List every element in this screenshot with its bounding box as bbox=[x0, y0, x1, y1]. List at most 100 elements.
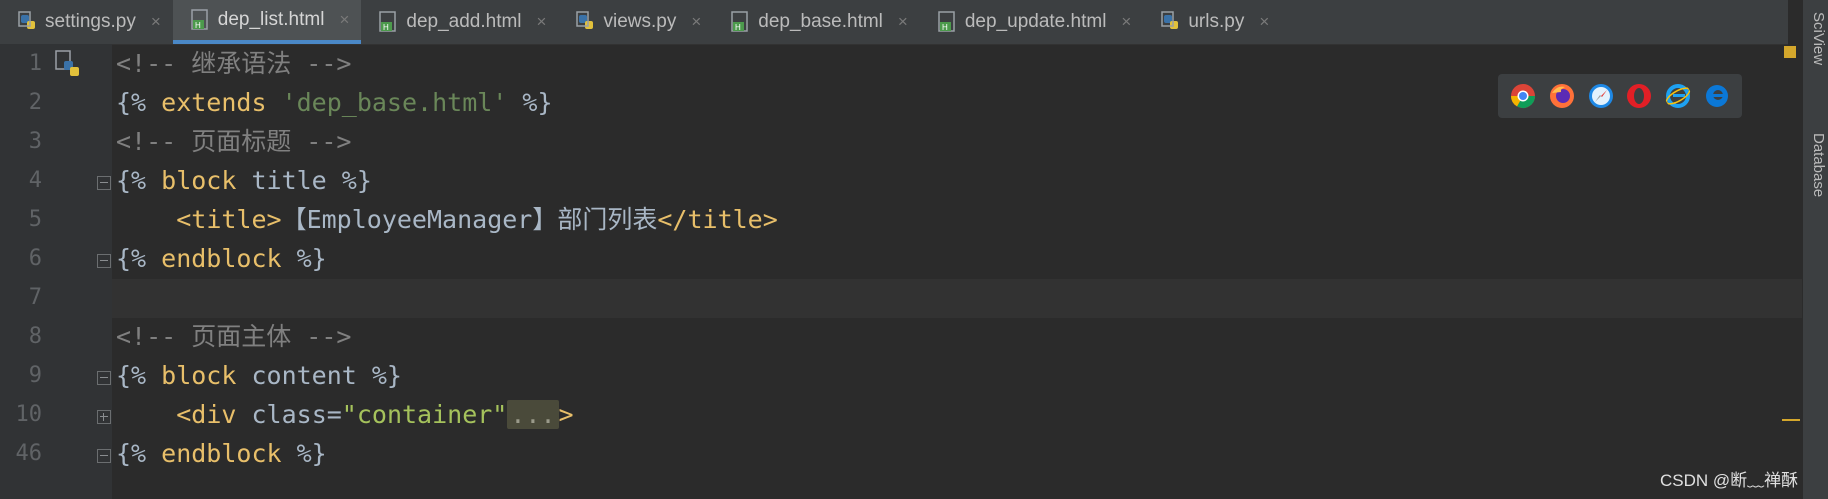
ie-icon[interactable] bbox=[1665, 83, 1691, 109]
template-keyword: block bbox=[161, 166, 237, 195]
code-line-10: <div class="container"... > bbox=[116, 395, 574, 434]
attr-name: class= bbox=[236, 400, 342, 429]
code-line-4: {% block title %} bbox=[116, 161, 372, 200]
html-tag: <div bbox=[176, 400, 237, 429]
template-delim: {% bbox=[116, 88, 162, 117]
tag-text: 【EmployeeManager】部门列表 bbox=[281, 205, 658, 234]
svg-text:H: H bbox=[195, 21, 201, 30]
html-file-icon: H bbox=[191, 9, 211, 31]
code-line-2: {% extends 'dep_base.html' %} bbox=[116, 83, 553, 122]
close-icon[interactable]: × bbox=[898, 12, 908, 32]
tab-label: settings.py bbox=[45, 11, 136, 32]
chrome-icon[interactable] bbox=[1510, 83, 1536, 109]
tab-label: dep_list.html bbox=[217, 9, 325, 30]
close-icon[interactable]: × bbox=[339, 10, 349, 30]
tab-dep-update-html[interactable]: H dep_update.html × bbox=[920, 0, 1144, 44]
edge-icon[interactable] bbox=[1704, 83, 1730, 109]
line-number: 4 bbox=[28, 168, 42, 193]
code-line-3: <!-- 页面标题 --> bbox=[116, 122, 351, 161]
fold-collapse-icon[interactable] bbox=[97, 449, 111, 463]
watermark: CSDN @断﹏禅酥 bbox=[1660, 471, 1799, 490]
tab-label: urls.py bbox=[1188, 11, 1245, 32]
fold-collapse-icon[interactable] bbox=[97, 176, 111, 190]
template-delim: {% bbox=[116, 244, 162, 273]
fold-collapse-icon[interactable] bbox=[97, 254, 111, 268]
line-number: 9 bbox=[28, 363, 42, 388]
tab-views-py[interactable]: views.py × bbox=[558, 0, 713, 44]
python-file-icon bbox=[1161, 11, 1181, 33]
template-delim: %} bbox=[281, 439, 327, 468]
python-file-icon bbox=[18, 11, 38, 33]
tab-label: dep_update.html bbox=[964, 11, 1107, 32]
line-number: 3 bbox=[28, 129, 42, 154]
html-tag: </title> bbox=[657, 205, 778, 234]
code-line-8: <!-- 页面主体 --> bbox=[116, 317, 351, 356]
tab-dep-list-html[interactable]: H dep_list.html × bbox=[172, 0, 362, 44]
tool-window-strip: SciView Database bbox=[1802, 0, 1828, 499]
opera-icon[interactable] bbox=[1626, 83, 1652, 109]
html-file-icon: H bbox=[731, 11, 751, 33]
html-file-icon: H bbox=[379, 11, 399, 33]
svg-text:H: H bbox=[942, 23, 948, 32]
line-number: 10 bbox=[15, 402, 43, 427]
template-rest: content %} bbox=[236, 361, 402, 390]
browser-preview-bar bbox=[1498, 74, 1742, 118]
template-delim: {% bbox=[116, 361, 162, 390]
tab-dep-add-html[interactable]: H dep_add.html × bbox=[361, 0, 558, 44]
line-number: 1 bbox=[28, 51, 42, 76]
template-keyword: endblock bbox=[161, 439, 282, 468]
sciview-panel-tab[interactable]: SciView bbox=[1805, 12, 1827, 65]
scrollbar-marker[interactable] bbox=[1782, 419, 1800, 421]
tab-dep-base-html[interactable]: H dep_base.html × bbox=[713, 0, 920, 44]
template-keyword: extends bbox=[161, 88, 267, 117]
attr-value: "container" bbox=[341, 400, 508, 429]
line-number: 2 bbox=[28, 90, 42, 115]
html-tag: > bbox=[558, 400, 574, 429]
editor-tab-bar: settings.py × H dep_list.html × H dep_ad… bbox=[0, 0, 1788, 45]
template-keyword: block bbox=[161, 361, 237, 390]
close-icon[interactable]: × bbox=[151, 12, 161, 32]
svg-text:H: H bbox=[383, 23, 389, 32]
close-icon[interactable]: × bbox=[1121, 12, 1131, 32]
line-number: 46 bbox=[15, 441, 43, 466]
template-delim: {% bbox=[116, 439, 162, 468]
fold-expand-icon[interactable] bbox=[97, 410, 111, 424]
tab-label: dep_base.html bbox=[758, 11, 883, 32]
folded-region[interactable]: ... bbox=[507, 400, 559, 429]
template-delim: {% bbox=[116, 166, 162, 195]
template-rest: title %} bbox=[236, 166, 372, 195]
code-line-5: <title>【EmployeeManager】部门列表</title> bbox=[116, 200, 778, 239]
safari-icon[interactable] bbox=[1588, 83, 1614, 109]
inspection-status-marker[interactable] bbox=[1784, 46, 1796, 58]
template-keyword: endblock bbox=[161, 244, 282, 273]
template-delim: %} bbox=[507, 88, 553, 117]
line-number: 5 bbox=[28, 207, 42, 232]
code-line-6: {% endblock %} bbox=[116, 239, 327, 278]
firefox-icon[interactable] bbox=[1549, 83, 1575, 109]
string-literal: 'dep_base.html' bbox=[281, 88, 508, 117]
tab-label: dep_add.html bbox=[406, 11, 522, 32]
html-tag: <title> bbox=[176, 205, 282, 234]
comment: <!-- 继承语法 --> bbox=[116, 49, 352, 78]
database-panel-tab[interactable]: Database bbox=[1805, 133, 1827, 197]
comment: <!-- 页面标题 --> bbox=[116, 127, 352, 156]
line-number: 7 bbox=[28, 285, 42, 310]
close-icon[interactable]: × bbox=[1259, 12, 1269, 32]
python-file-icon bbox=[576, 11, 596, 33]
code-line-46: {% endblock %} bbox=[116, 434, 327, 473]
svg-text:H: H bbox=[735, 23, 741, 32]
tab-settings-py[interactable]: settings.py × bbox=[0, 0, 173, 44]
tab-label: views.py bbox=[603, 11, 677, 32]
code-line-9: {% block content %} bbox=[116, 356, 402, 395]
tab-urls-py[interactable]: urls.py × bbox=[1143, 0, 1281, 44]
close-icon[interactable]: × bbox=[537, 12, 547, 32]
code-line-1: <!-- 继承语法 --> bbox=[116, 44, 351, 83]
close-icon[interactable]: × bbox=[691, 12, 701, 32]
python-template-icon bbox=[54, 49, 82, 79]
line-number: 6 bbox=[28, 246, 42, 271]
line-number-gutter: 1 2 3 4 5 6 7 8 9 10 46 bbox=[0, 44, 112, 499]
fold-collapse-icon[interactable] bbox=[97, 371, 111, 385]
template-delim: %} bbox=[281, 244, 327, 273]
html-file-icon: H bbox=[938, 11, 958, 33]
current-line-highlight bbox=[112, 279, 1802, 318]
